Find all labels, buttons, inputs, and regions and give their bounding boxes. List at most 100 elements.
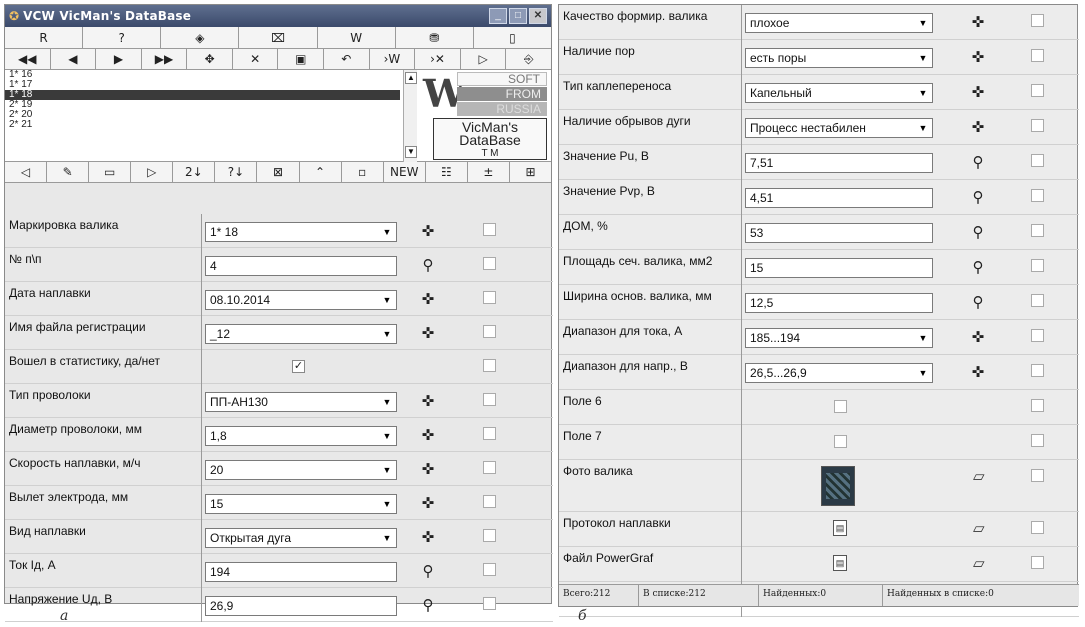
toolbar1-button-5[interactable]: ⛃ xyxy=(396,27,474,48)
row-select-checkbox[interactable] xyxy=(1031,556,1044,569)
toolbar1-button-2[interactable]: ◈ xyxy=(161,27,240,48)
toolbar3-button-5[interactable]: ?↓ xyxy=(215,162,258,182)
dropdown-arrow-icon[interactable]: ▼ xyxy=(915,330,931,346)
row-select-checkbox[interactable] xyxy=(1031,469,1044,482)
row-select-checkbox[interactable] xyxy=(1031,14,1044,27)
filter-icon[interactable]: ✜ xyxy=(417,460,439,480)
toolbar2-button-9[interactable]: ›✕ xyxy=(415,49,461,69)
field-combobox[interactable]: есть поры ▼ xyxy=(745,48,933,68)
row-select-checkbox[interactable] xyxy=(1031,119,1044,132)
row-select-checkbox[interactable] xyxy=(1031,434,1044,447)
folder-icon[interactable]: ▱ xyxy=(973,554,985,572)
minimize-button[interactable]: _ xyxy=(489,8,507,24)
dropdown-arrow-icon[interactable]: ▼ xyxy=(915,120,931,136)
row-select-checkbox[interactable] xyxy=(483,427,496,440)
dropdown-arrow-icon[interactable]: ▼ xyxy=(379,428,395,444)
folder-icon[interactable]: ▱ xyxy=(973,519,985,537)
file-icon[interactable]: ▤ xyxy=(833,555,847,571)
row-select-checkbox[interactable] xyxy=(483,359,496,372)
row-select-checkbox[interactable] xyxy=(1031,49,1044,62)
record-list-item[interactable]: 2* 19 xyxy=(5,100,400,110)
row-select-checkbox[interactable] xyxy=(483,495,496,508)
row-select-checkbox[interactable] xyxy=(483,325,496,338)
row-select-checkbox[interactable] xyxy=(483,529,496,542)
field-combobox[interactable]: 15 ▼ xyxy=(205,494,397,514)
toolbar1-button-1[interactable]: ? xyxy=(83,27,162,48)
field-combobox[interactable]: _12 ▼ xyxy=(205,324,397,344)
filter-icon[interactable]: ✜ xyxy=(417,290,439,310)
field-textbox[interactable]: 15 xyxy=(745,258,933,278)
dropdown-arrow-icon[interactable]: ▼ xyxy=(379,326,395,342)
toolbar1-button-3[interactable]: ⌧ xyxy=(239,27,318,48)
field-textbox[interactable]: 53 xyxy=(745,223,933,243)
field-combobox[interactable]: 185...194 ▼ xyxy=(745,328,933,348)
binoculars-icon[interactable]: ⚲ xyxy=(967,188,989,208)
dropdown-arrow-icon[interactable]: ▼ xyxy=(915,15,931,31)
toolbar2-button-3[interactable]: ▶▶ xyxy=(142,49,188,69)
toolbar1-button-4[interactable]: W xyxy=(318,27,396,48)
field-checkbox[interactable] xyxy=(834,435,847,448)
folder-icon[interactable]: ▱ xyxy=(973,467,985,485)
field-combobox[interactable]: 20 ▼ xyxy=(205,460,397,480)
filter-icon[interactable]: ✜ xyxy=(967,13,989,33)
maximize-button[interactable]: □ xyxy=(509,8,527,24)
filter-icon[interactable]: ✜ xyxy=(417,426,439,446)
field-combobox[interactable]: Процесс нестабилен ▼ xyxy=(745,118,933,138)
row-select-checkbox[interactable] xyxy=(1031,329,1044,342)
toolbar2-button-1[interactable]: ◀ xyxy=(51,49,97,69)
field-combobox[interactable]: 1,8 ▼ xyxy=(205,426,397,446)
dropdown-arrow-icon[interactable]: ▼ xyxy=(915,85,931,101)
toolbar3-button-11[interactable]: ± xyxy=(468,162,510,182)
binoculars-icon[interactable]: ⚲ xyxy=(417,562,439,582)
record-list-item[interactable]: 1* 16 xyxy=(5,70,400,80)
dropdown-arrow-icon[interactable]: ▼ xyxy=(915,50,931,66)
field-textbox[interactable]: 194 xyxy=(205,562,397,582)
toolbar1-button-6[interactable]: ▯ xyxy=(474,27,551,48)
row-select-checkbox[interactable] xyxy=(483,393,496,406)
filter-icon[interactable]: ✜ xyxy=(417,324,439,344)
filter-icon[interactable]: ✜ xyxy=(417,528,439,548)
title-bar[interactable]: ✪ VCW VicMan's DataBase _ □ ✕ xyxy=(5,5,551,27)
toolbar3-button-1[interactable]: ✎ xyxy=(47,162,90,182)
row-select-checkbox[interactable] xyxy=(1031,84,1044,97)
field-combobox[interactable]: Капельный ▼ xyxy=(745,83,933,103)
filter-icon[interactable]: ✜ xyxy=(967,83,989,103)
field-combobox[interactable]: Открытая дуга ▼ xyxy=(205,528,397,548)
toolbar2-button-8[interactable]: ›W xyxy=(370,49,416,69)
record-list-scrollbar[interactable]: ▲ ▼ xyxy=(403,70,417,162)
file-icon[interactable]: ▤ xyxy=(833,520,847,536)
toolbar3-button-6[interactable]: ⊠ xyxy=(257,162,300,182)
filter-icon[interactable]: ✜ xyxy=(417,222,439,242)
toolbar3-button-4[interactable]: 2↓ xyxy=(173,162,216,182)
row-select-checkbox[interactable] xyxy=(483,461,496,474)
filter-icon[interactable]: ✜ xyxy=(967,363,989,383)
row-select-checkbox[interactable] xyxy=(483,563,496,576)
toolbar3-button-0[interactable]: ◁ xyxy=(5,162,48,182)
row-select-checkbox[interactable] xyxy=(1031,154,1044,167)
field-textbox[interactable]: 12,5 xyxy=(745,293,933,313)
field-combobox[interactable]: плохое ▼ xyxy=(745,13,933,33)
toolbar3-button-2[interactable]: ▭ xyxy=(89,162,132,182)
toolbar3-button-12[interactable]: ⊞ xyxy=(510,162,551,182)
field-combobox[interactable]: 1* 18 ▼ xyxy=(205,222,397,242)
row-select-checkbox[interactable] xyxy=(1031,521,1044,534)
row-select-checkbox[interactable] xyxy=(1031,189,1044,202)
row-select-checkbox[interactable] xyxy=(483,597,496,610)
filter-icon[interactable]: ✜ xyxy=(967,48,989,68)
row-select-checkbox[interactable] xyxy=(1031,294,1044,307)
record-list-item[interactable]: 1* 18 xyxy=(5,90,400,100)
dropdown-arrow-icon[interactable]: ▼ xyxy=(379,224,395,240)
photo-thumbnail[interactable] xyxy=(821,466,855,506)
filter-icon[interactable]: ✜ xyxy=(417,494,439,514)
scroll-up-icon[interactable]: ▲ xyxy=(405,72,417,84)
dropdown-arrow-icon[interactable]: ▼ xyxy=(379,292,395,308)
binoculars-icon[interactable]: ⚲ xyxy=(967,153,989,173)
row-select-checkbox[interactable] xyxy=(483,223,496,236)
filter-icon[interactable]: ✜ xyxy=(967,328,989,348)
toolbar2-button-7[interactable]: ↶ xyxy=(324,49,370,69)
field-checkbox-checked[interactable]: ✓ xyxy=(292,360,305,373)
field-checkbox[interactable] xyxy=(834,400,847,413)
field-combobox[interactable]: 26,5...26,9 ▼ xyxy=(745,363,933,383)
toolbar2-button-0[interactable]: ◀◀ xyxy=(5,49,51,69)
toolbar3-button-3[interactable]: ▷ xyxy=(131,162,174,182)
